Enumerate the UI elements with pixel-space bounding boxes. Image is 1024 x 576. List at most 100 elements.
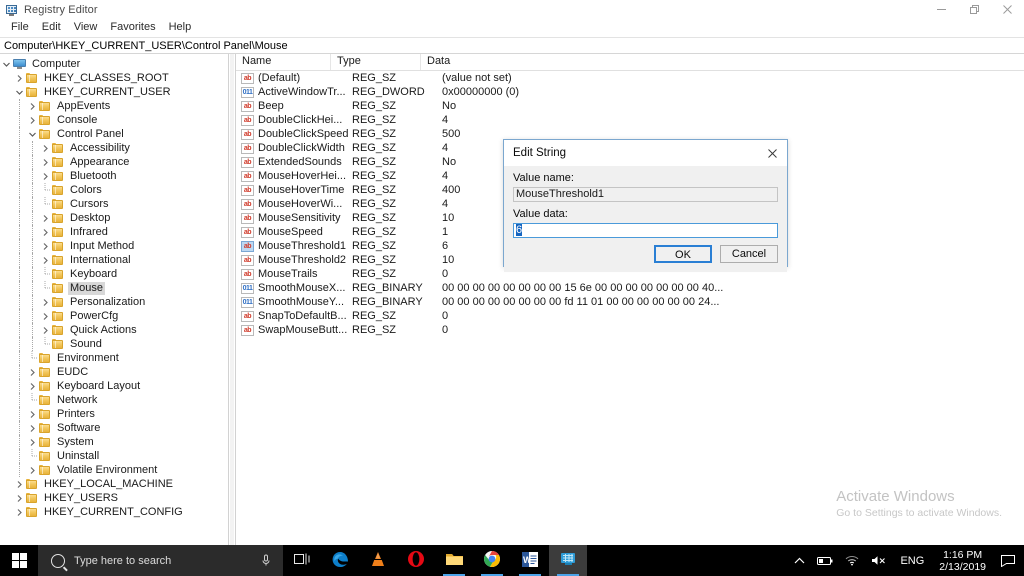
- chevron-right-icon[interactable]: [39, 225, 52, 239]
- search-box[interactable]: Type here to search: [38, 545, 283, 576]
- chevron-right-icon[interactable]: [39, 323, 52, 337]
- tree-item-accessibility[interactable]: Accessibility: [0, 141, 228, 155]
- taskbar-file-explorer-button[interactable]: [435, 545, 473, 576]
- tree-item-desktop[interactable]: Desktop: [0, 211, 228, 225]
- chevron-right-icon[interactable]: [26, 463, 39, 477]
- table-row[interactable]: 011ActiveWindowTr...REG_DWORD0x00000000 …: [236, 85, 1024, 99]
- chevron-down-icon[interactable]: [0, 57, 13, 71]
- chevron-right-icon[interactable]: [13, 71, 26, 85]
- chevron-right-icon[interactable]: [26, 99, 39, 113]
- chevron-right-icon[interactable]: [26, 365, 39, 379]
- taskbar-opera-button[interactable]: [397, 545, 435, 576]
- menu-item-view[interactable]: View: [68, 20, 105, 36]
- tree-item-eudc[interactable]: EUDC: [0, 365, 228, 379]
- tree-item-hkey-users[interactable]: HKEY_USERS: [0, 491, 228, 505]
- registry-tree-pane[interactable]: ComputerHKEY_CLASSES_ROOTHKEY_CURRENT_US…: [0, 54, 228, 545]
- tree-item-infrared[interactable]: Infrared: [0, 225, 228, 239]
- tree-item-network[interactable]: Network: [0, 393, 228, 407]
- chevron-right-icon[interactable]: [39, 253, 52, 267]
- chevron-down-icon[interactable]: [13, 85, 26, 99]
- battery-icon[interactable]: [811, 545, 839, 576]
- start-button[interactable]: [0, 545, 38, 576]
- tree-item-cursors[interactable]: Cursors: [0, 197, 228, 211]
- tree-item-mouse[interactable]: Mouse: [0, 281, 228, 295]
- minimize-button[interactable]: [925, 0, 958, 19]
- tree-item-sound[interactable]: Sound: [0, 337, 228, 351]
- tree-item-keyboard-layout[interactable]: Keyboard Layout: [0, 379, 228, 393]
- tree-item-software[interactable]: Software: [0, 421, 228, 435]
- chevron-down-icon[interactable]: [26, 127, 39, 141]
- address-bar[interactable]: Computer\HKEY_CURRENT_USER\Control Panel…: [0, 37, 1024, 54]
- tree-item-powercfg[interactable]: PowerCfg: [0, 309, 228, 323]
- tree-item-hkey-current-config[interactable]: HKEY_CURRENT_CONFIG: [0, 505, 228, 519]
- dialog-title-bar[interactable]: Edit String: [504, 140, 787, 166]
- tree-item-appearance[interactable]: Appearance: [0, 155, 228, 169]
- table-row[interactable]: ab(Default)REG_SZ(value not set): [236, 71, 1024, 85]
- chevron-right-icon[interactable]: [26, 421, 39, 435]
- tree-item-printers[interactable]: Printers: [0, 407, 228, 421]
- column-header-type[interactable]: Type: [331, 54, 421, 70]
- ok-button[interactable]: OK: [654, 245, 712, 263]
- tree-item-appevents[interactable]: AppEvents: [0, 99, 228, 113]
- wifi-icon[interactable]: [839, 545, 865, 576]
- taskbar-task-view-button[interactable]: [283, 545, 321, 576]
- table-row[interactable]: abSwapMouseButt...REG_SZ0: [236, 323, 1024, 337]
- dialog-close-button[interactable]: [757, 140, 787, 166]
- chevron-right-icon[interactable]: [13, 477, 26, 491]
- tree-item-keyboard[interactable]: Keyboard: [0, 267, 228, 281]
- table-row[interactable]: abSnapToDefaultB...REG_SZ0: [236, 309, 1024, 323]
- tree-item-bluetooth[interactable]: Bluetooth: [0, 169, 228, 183]
- restore-button[interactable]: [958, 0, 991, 19]
- cancel-button[interactable]: Cancel: [720, 245, 778, 263]
- taskbar-vlc-button[interactable]: [359, 545, 397, 576]
- tree-item-colors[interactable]: Colors: [0, 183, 228, 197]
- tree-item-input-method[interactable]: Input Method: [0, 239, 228, 253]
- tree-item-control-panel[interactable]: Control Panel: [0, 127, 228, 141]
- tree-item-computer[interactable]: Computer: [0, 57, 228, 71]
- menu-item-help[interactable]: Help: [163, 20, 199, 36]
- tree-item-volatile-environment[interactable]: Volatile Environment: [0, 463, 228, 477]
- chevron-right-icon[interactable]: [39, 155, 52, 169]
- chevron-right-icon[interactable]: [26, 435, 39, 449]
- table-row[interactable]: 011SmoothMouseY...REG_BINARY00 00 00 00 …: [236, 295, 1024, 309]
- chevron-right-icon[interactable]: [26, 113, 39, 127]
- tree-item-system[interactable]: System: [0, 435, 228, 449]
- taskbar-chrome-button[interactable]: [473, 545, 511, 576]
- value-data-input[interactable]: 6: [513, 223, 778, 238]
- tree-item-quick-actions[interactable]: Quick Actions: [0, 323, 228, 337]
- tree-item-hkey-current-user[interactable]: HKEY_CURRENT_USER: [0, 85, 228, 99]
- microphone-icon[interactable]: [262, 554, 269, 567]
- chevron-right-icon[interactable]: [39, 239, 52, 253]
- table-row[interactable]: 011SmoothMouseX...REG_BINARY00 00 00 00 …: [236, 281, 1024, 295]
- menu-item-favorites[interactable]: Favorites: [104, 20, 162, 36]
- chevron-up-icon[interactable]: [788, 545, 811, 576]
- menu-item-edit[interactable]: Edit: [36, 20, 68, 36]
- search-input[interactable]: Type here to search: [74, 555, 171, 567]
- column-header-name[interactable]: Name: [236, 54, 331, 70]
- taskbar-registry-editor-button[interactable]: [549, 545, 587, 576]
- chevron-right-icon[interactable]: [39, 141, 52, 155]
- tree-item-console[interactable]: Console: [0, 113, 228, 127]
- tree-item-environment[interactable]: Environment: [0, 351, 228, 365]
- clock[interactable]: 1:16 PM 2/13/2019: [931, 545, 994, 576]
- chevron-right-icon[interactable]: [26, 379, 39, 393]
- chevron-right-icon[interactable]: [39, 309, 52, 323]
- menu-item-file[interactable]: File: [5, 20, 36, 36]
- tree-item-hkey-local-machine[interactable]: HKEY_LOCAL_MACHINE: [0, 477, 228, 491]
- tree-item-uninstall[interactable]: Uninstall: [0, 449, 228, 463]
- table-row[interactable]: abDoubleClickHei...REG_SZ4: [236, 113, 1024, 127]
- value-name-input[interactable]: MouseThreshold1: [513, 187, 778, 202]
- volume-muted-icon[interactable]: [865, 545, 893, 576]
- title-bar[interactable]: Registry Editor: [0, 0, 1024, 19]
- chevron-right-icon[interactable]: [39, 211, 52, 225]
- chevron-right-icon[interactable]: [26, 407, 39, 421]
- pane-splitter[interactable]: [228, 54, 236, 545]
- language-indicator[interactable]: ENG: [893, 555, 931, 567]
- chevron-right-icon[interactable]: [39, 169, 52, 183]
- tree-item-hkey-classes-root[interactable]: HKEY_CLASSES_ROOT: [0, 71, 228, 85]
- column-header-data[interactable]: Data: [421, 54, 1024, 70]
- table-row[interactable]: abBeepREG_SZNo: [236, 99, 1024, 113]
- registry-values-pane[interactable]: Name Type Data ab(Default)REG_SZ(value n…: [236, 54, 1024, 545]
- chevron-right-icon[interactable]: [13, 505, 26, 519]
- tree-item-personalization[interactable]: Personalization: [0, 295, 228, 309]
